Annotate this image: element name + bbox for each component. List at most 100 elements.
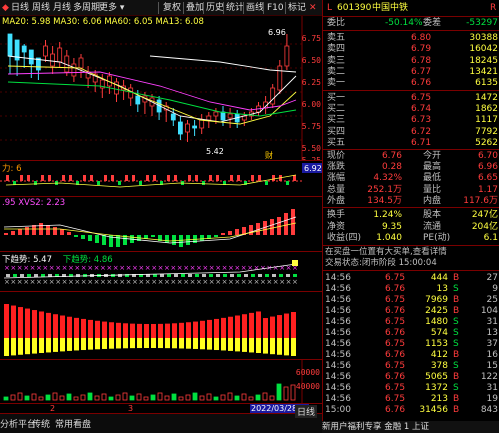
indicator-pane-2[interactable]: .95 XVS2: 2.23 — [0, 197, 322, 252]
svg-text:×: × — [4, 264, 10, 272]
menu-caret-icon[interactable]: ◆ — [2, 2, 9, 14]
indicator-pane-1[interactable]: 力: 6 6.92 — [0, 161, 322, 197]
svg-text:×: × — [190, 278, 196, 286]
tab-analysis-platform[interactable]: 分析平台 — [0, 417, 36, 430]
svg-text:×: × — [36, 264, 42, 272]
ask-price: 6.78 — [411, 55, 432, 66]
tab-more[interactable]: 更多 ▾ — [99, 2, 124, 14]
bid-label: 买五 — [327, 137, 346, 148]
button-mark[interactable]: 标记 — [288, 2, 306, 14]
status-bar: 新用户福利专享 金融 1 上证 — [322, 421, 499, 433]
svg-text:×: × — [138, 278, 144, 286]
stat-value: 134.5万 — [367, 195, 402, 206]
price-axis-tick: 6.75 — [301, 34, 321, 43]
stock-header[interactable]: L 601390 中国中铁 R — [323, 2, 499, 14]
l-tag: L — [327, 3, 333, 13]
ask-label: 卖三 — [327, 55, 346, 66]
svg-text:×: × — [10, 264, 16, 272]
svg-text:×: × — [177, 278, 183, 286]
svg-text:×: × — [158, 264, 164, 272]
indicator-pane-3[interactable]: 下趋势: 5.47 下趋势: 4.86 × × × × × × × × × × × × × × × × × × × ×… — [0, 252, 322, 292]
svg-text:×: × — [209, 264, 215, 272]
stat-row: 现价 6.76 今开 6.70 — [323, 151, 499, 162]
tick-volume: 1153 — [425, 339, 448, 349]
svg-text:×: × — [126, 278, 132, 286]
finance-tag[interactable]: 财 — [265, 150, 273, 160]
ask-row: 卖四 6.79 16042 — [323, 44, 499, 55]
stat-value: 117.6万 — [463, 195, 498, 206]
svg-text:×: × — [292, 278, 298, 286]
svg-text:×: × — [177, 264, 183, 272]
svg-text:×: × — [273, 264, 279, 272]
volume-pane[interactable]: 60000 40000 — [0, 360, 322, 403]
stat-label: 流通 — [423, 221, 442, 232]
stat-label: 最高 — [423, 162, 442, 173]
bid-row: 买五 6.71 5262 — [323, 138, 499, 149]
svg-text:×: × — [55, 264, 61, 272]
tick-row: 14:56 6.75 1480 S 31 — [323, 317, 499, 328]
svg-text:×: × — [23, 278, 29, 286]
tick-time: 14:56 — [325, 350, 351, 360]
svg-text:×: × — [23, 264, 29, 272]
svg-text:×: × — [228, 278, 234, 286]
svg-text:×: × — [132, 264, 138, 272]
svg-text:×: × — [241, 278, 247, 286]
tab-traditional[interactable]: 传统 — [32, 417, 50, 430]
tick-row: 14:56 6.76 2425 B 104 — [323, 306, 499, 317]
button-f10[interactable]: F10 — [267, 2, 284, 14]
svg-text:×: × — [164, 264, 170, 272]
period-button[interactable]: 日线 — [295, 405, 318, 418]
svg-text:×: × — [254, 278, 260, 286]
svg-text:×: × — [254, 264, 260, 272]
stat-value: 1.17 — [477, 184, 498, 195]
ask-row: 卖五 6.80 30388 — [323, 33, 499, 44]
bid-label: 买四 — [327, 126, 346, 137]
r-tag: R — [490, 3, 497, 13]
svg-text:×: × — [126, 264, 132, 272]
stat-row: 涨跌 0.28 最高 6.96 — [323, 162, 499, 173]
tab-weekly[interactable]: 周线 — [32, 2, 50, 14]
svg-text:×: × — [94, 278, 100, 286]
ask-volume: 16042 — [469, 44, 498, 55]
close-icon[interactable]: ✕ — [309, 2, 317, 14]
svg-text:×: × — [215, 264, 221, 272]
indicator-1-chart: 6.92 — [0, 163, 322, 188]
stat-label: 涨幅 — [327, 173, 346, 184]
indicator-pane-4[interactable] — [0, 292, 322, 360]
high-price-marker: 6.96 — [268, 28, 286, 37]
tab-common-view[interactable]: 常用看盘 — [55, 417, 91, 430]
svg-text:×: × — [234, 264, 240, 272]
stat-value: 6.96 — [477, 162, 498, 173]
tick-time: 14:56 — [325, 394, 351, 404]
button-overlay[interactable]: 叠加 — [186, 2, 204, 14]
button-stats[interactable]: 统计 — [226, 2, 244, 14]
tick-volume: 31456 — [419, 405, 448, 415]
stat-row: 外盘 134.5万 内盘 117.6万 — [323, 196, 499, 207]
tick-price: 6.76 — [385, 372, 406, 382]
tick-count: 27 — [486, 273, 498, 283]
tick-row: 14:56 6.76 412 B 16 — [323, 350, 499, 361]
button-history[interactable]: 历史 — [206, 2, 224, 14]
tick-count: 37 — [486, 339, 498, 349]
tab-monthly[interactable]: 月线 — [53, 2, 71, 14]
svg-text:×: × — [222, 264, 228, 272]
tick-direction: S — [453, 361, 459, 371]
tick-volume: 378 — [430, 361, 448, 371]
tab-daily[interactable]: 日线 — [11, 2, 29, 14]
tab-multi-period[interactable]: 多周期 — [73, 2, 100, 14]
big-order-notice[interactable]: 在买盘一位置有大买单,查看详情 — [323, 247, 499, 258]
ask-volume: 6135 — [475, 78, 498, 89]
tick-volume: 13 — [436, 284, 448, 294]
chart-toolbar: ◆ 日线 周线 月线 多周期 更多 ▾ 复权 叠加 历史 统计 画线 F10 标… — [0, 0, 322, 16]
svg-text:×: × — [228, 264, 234, 272]
tick-time: 14:56 — [325, 383, 351, 393]
svg-text:×: × — [87, 278, 93, 286]
button-adjust[interactable]: 复权 — [163, 2, 181, 14]
svg-text:×: × — [145, 264, 151, 272]
svg-text:×: × — [4, 278, 10, 286]
button-draw[interactable]: 画线 — [246, 2, 264, 14]
price-axis-tick: 6.00 — [301, 100, 321, 109]
tick-time: 14:56 — [325, 284, 351, 294]
svg-text:×: × — [196, 264, 202, 272]
kline-pane[interactable]: MA20: 5.98 MA30: 6.06 MA60: 6.05 MA13: 6… — [0, 16, 322, 161]
